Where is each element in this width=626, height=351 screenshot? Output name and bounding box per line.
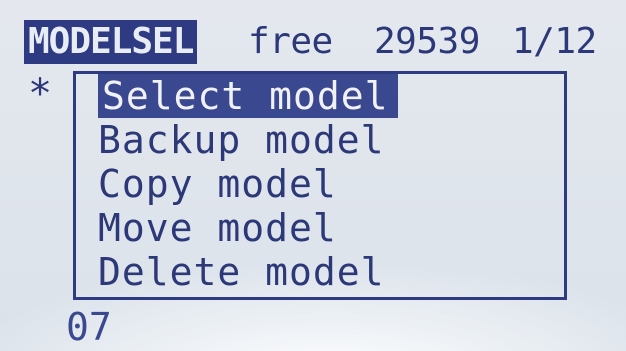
lcd-screen: MODELSEL free 29539 1/12 * Select model … — [0, 0, 626, 351]
menu-item-copy-model[interactable]: Copy model — [76, 162, 564, 206]
menu-item-delete-model[interactable]: Delete model — [76, 250, 564, 294]
menu-item-select-model[interactable]: Select model — [98, 74, 398, 118]
model-popup-menu: Select model Backup model Copy model Mov… — [73, 71, 567, 300]
free-memory-value: 29539 — [374, 21, 480, 62]
page-indicator: 1/12 — [512, 21, 597, 62]
menu-item-backup-model[interactable]: Backup model — [76, 118, 564, 162]
free-label: free — [248, 21, 333, 62]
model-number: 07 — [66, 305, 112, 349]
current-model-marker: * — [28, 71, 53, 117]
menu-item-move-model[interactable]: Move model — [76, 206, 564, 250]
mode-title: MODELSEL — [24, 20, 198, 64]
